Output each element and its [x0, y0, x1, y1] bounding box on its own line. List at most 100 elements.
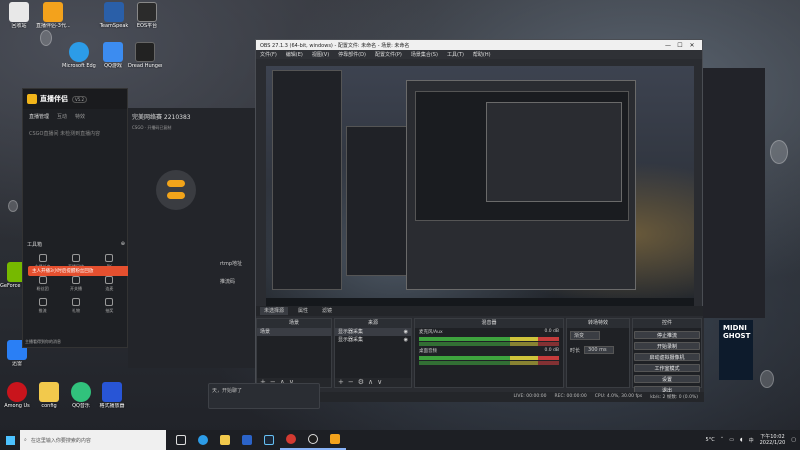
taskbar-app-edge[interactable]: [192, 430, 214, 450]
ime-indicator[interactable]: 中: [749, 437, 754, 444]
volume-icon[interactable]: ◖: [740, 437, 743, 443]
desktop-icon-teamspeak[interactable]: TeamSpeak: [97, 2, 131, 29]
transition-select[interactable]: 渐变: [570, 331, 600, 340]
tool-item[interactable]: 礼物: [60, 298, 91, 314]
desktop-icon-config[interactable]: config: [32, 382, 66, 409]
tool-item[interactable]: 粉丝团: [27, 276, 58, 292]
mixer-db: 0.0 dB: [544, 348, 559, 353]
source-name: 显示器采集: [338, 337, 364, 343]
rain-drop: [760, 370, 774, 388]
menu-edit[interactable]: 编辑(E): [286, 51, 303, 58]
desktop-icon-label: TeamSpeak: [99, 23, 129, 29]
start-recording-button[interactable]: 开始录制: [634, 342, 700, 350]
taskbar-app-store[interactable]: [236, 430, 258, 450]
menu-scene-collection[interactable]: 场景集合(S): [411, 51, 438, 58]
notification-icon[interactable]: ▢: [791, 437, 796, 443]
task-view-button[interactable]: [170, 430, 192, 450]
tab-effects[interactable]: 特效: [75, 113, 85, 120]
desktop-icon-recycle-bin[interactable]: 回收站: [2, 2, 36, 29]
tool-item[interactable]: 抽奖: [94, 298, 125, 314]
obs-preview[interactable]: [266, 66, 694, 306]
taskbar-app-obs[interactable]: [302, 430, 324, 450]
tab-interaction[interactable]: 互动: [57, 113, 67, 120]
menu-tools[interactable]: 工具(T): [447, 51, 464, 58]
toolbox-add-icon[interactable]: ⊕: [121, 241, 125, 248]
taskbar-app-steam[interactable]: [258, 430, 280, 450]
taskbar-app-live-companion[interactable]: [324, 430, 346, 450]
stop-streaming-button[interactable]: 停止推流: [634, 331, 700, 339]
volume-slider[interactable]: [419, 361, 559, 365]
task-view-icon: [176, 435, 186, 445]
desktop-icon-eos[interactable]: EOS平台: [130, 2, 164, 29]
cpu-fps: CPU: 4.0%, 30.00 fps: [594, 394, 643, 399]
desktop-icon-dread-hunger[interactable]: Dread Hunger: [128, 42, 162, 69]
tool-item[interactable]: 开关播: [60, 276, 91, 292]
close-button[interactable]: ✕: [686, 42, 698, 49]
tab-filters[interactable]: 滤镜: [318, 307, 336, 315]
weather-temperature[interactable]: 5°C: [706, 437, 715, 443]
sources-toolbar[interactable]: +−⚙∧∨: [335, 378, 411, 387]
source-item[interactable]: 显示器采集 ◉: [335, 328, 411, 336]
maximize-button[interactable]: ☐: [674, 42, 686, 49]
start-live-circle[interactable]: [156, 170, 196, 210]
menu-docks[interactable]: 停靠部件(D): [338, 51, 366, 58]
eye-icon[interactable]: ◉: [404, 328, 408, 336]
desktop-icon-among-us[interactable]: Among Us: [0, 382, 34, 409]
rain-drop: [40, 30, 52, 46]
settings-button[interactable]: 设置: [634, 375, 700, 383]
network-icon[interactable]: ▭: [729, 437, 734, 443]
chevron-up-icon[interactable]: ˄: [721, 437, 724, 443]
taskbar-search[interactable]: ⌕ 在这里输入你要搜索的内容: [20, 430, 166, 450]
tool-item[interactable]: 连麦: [94, 276, 125, 292]
obs-title-bar[interactable]: OBS 27.1.3 (64-bit, windows) - 配置文件: 未命名…: [256, 40, 702, 50]
desktop-icon-edge[interactable]: Microsoft Edge: [62, 42, 96, 69]
minimize-button[interactable]: —: [662, 42, 674, 49]
preview-nested-obs-2: [415, 91, 629, 221]
promo-tile[interactable]: MIDNI GHOST: [719, 320, 753, 380]
start-live-pill[interactable]: [167, 180, 185, 187]
recycle-bin-icon: [9, 2, 29, 22]
streaming-app-header: 直播伴侣 V5.2: [23, 89, 127, 109]
eye-icon[interactable]: ◉: [404, 336, 408, 344]
tool-item[interactable]: 推流: [27, 298, 58, 314]
start-live-pill[interactable]: [167, 192, 185, 199]
tab-live-manage[interactable]: 直播管理: [29, 113, 49, 120]
search-placeholder: 在这里输入你要搜索的内容: [30, 437, 91, 444]
desktop-icon-label: 回收站: [11, 23, 27, 29]
menu-view[interactable]: 视图(V): [312, 51, 329, 58]
desktop-icon-player[interactable]: 格式播放器: [95, 382, 129, 409]
virtual-camera-button[interactable]: 启动虚拟摄像机: [634, 353, 700, 361]
desktop-icon-qq-music[interactable]: QQ音乐: [64, 382, 98, 409]
studio-mode-button[interactable]: 工作室模式: [634, 364, 700, 372]
obs-docks: 未选择源 属性 滤镜 场景 场景 +−∧∨ 来源 显示器采集 ◉ 显示器采集 ◉…: [256, 306, 704, 402]
scene-item[interactable]: 场景: [257, 328, 331, 336]
desktop-icon-label: Dread Hunger: [128, 63, 162, 69]
eos-icon: [137, 2, 157, 22]
desktop-icon-label: Among Us: [4, 403, 30, 409]
preview-nested-obs-3: [486, 102, 622, 202]
start-button[interactable]: [0, 430, 20, 450]
obs-window-title: OBS 27.1.3 (64-bit, windows) - 配置文件: 未命名…: [260, 42, 410, 49]
obs-source-tabs: 未选择源 属性 滤镜: [256, 306, 704, 316]
menu-help[interactable]: 帮助(H): [473, 51, 491, 58]
taskbar-app-netease[interactable]: [280, 430, 302, 450]
duration-row: 时长 300 ms: [567, 343, 629, 357]
duration-input[interactable]: 300 ms: [584, 346, 615, 354]
clock[interactable]: 下午10:02 2022/1/20: [760, 434, 786, 446]
mixer-db: 0.0 dB: [544, 329, 559, 334]
toolbox-title: 工具箱: [27, 242, 43, 248]
source-item[interactable]: 显示器采集 ◉: [335, 336, 411, 344]
desktop-icon-qq-game[interactable]: QQ游戏: [96, 42, 130, 69]
toolbox-header: 工具箱 ⊕: [27, 241, 125, 248]
desktop-icon-label: config: [41, 403, 57, 409]
menu-profile[interactable]: 配置文件(P): [375, 51, 402, 58]
steam-icon: [264, 435, 274, 445]
transitions-dock: 转场特效 渐变 时长 300 ms: [566, 318, 630, 388]
volume-slider[interactable]: [419, 342, 559, 346]
chat-message: 天，开始聊了: [208, 383, 320, 409]
menu-file[interactable]: 文件(F): [260, 51, 277, 58]
tab-properties[interactable]: 属性: [294, 307, 312, 315]
desktop-icon-live-companion[interactable]: 直播伴侣-3代...: [36, 2, 70, 29]
taskbar-app-explorer[interactable]: [214, 430, 236, 450]
tab-no-source[interactable]: 未选择源: [260, 307, 289, 315]
